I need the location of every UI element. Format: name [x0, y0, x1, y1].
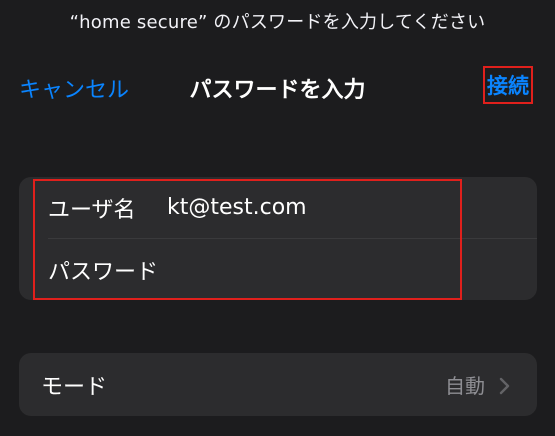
mode-row[interactable]: モード 自動	[19, 353, 537, 416]
navigation-bar: キャンセル パスワードを入力 接続	[0, 66, 555, 106]
dialog-prompt: “home secure” のパスワードを入力してください	[69, 12, 486, 33]
page-title: パスワードを入力	[189, 78, 366, 103]
username-label: ユーザ名	[48, 197, 136, 223]
chevron-right-icon	[499, 377, 510, 395]
credentials-group: ユーザ名 kt@test.com パスワード	[19, 177, 537, 300]
username-field[interactable]: kt@test.com	[167, 195, 447, 220]
password-row[interactable]: パスワード	[19, 239, 537, 300]
connect-button-label: 接続	[487, 74, 529, 98]
password-label: パスワード	[48, 259, 159, 285]
username-row[interactable]: ユーザ名 kt@test.com	[19, 177, 537, 238]
mode-value: 自動	[445, 374, 485, 398]
mode-label: モード	[41, 374, 108, 400]
connect-button[interactable]: 接続	[483, 66, 533, 104]
password-field[interactable]	[167, 253, 451, 286]
